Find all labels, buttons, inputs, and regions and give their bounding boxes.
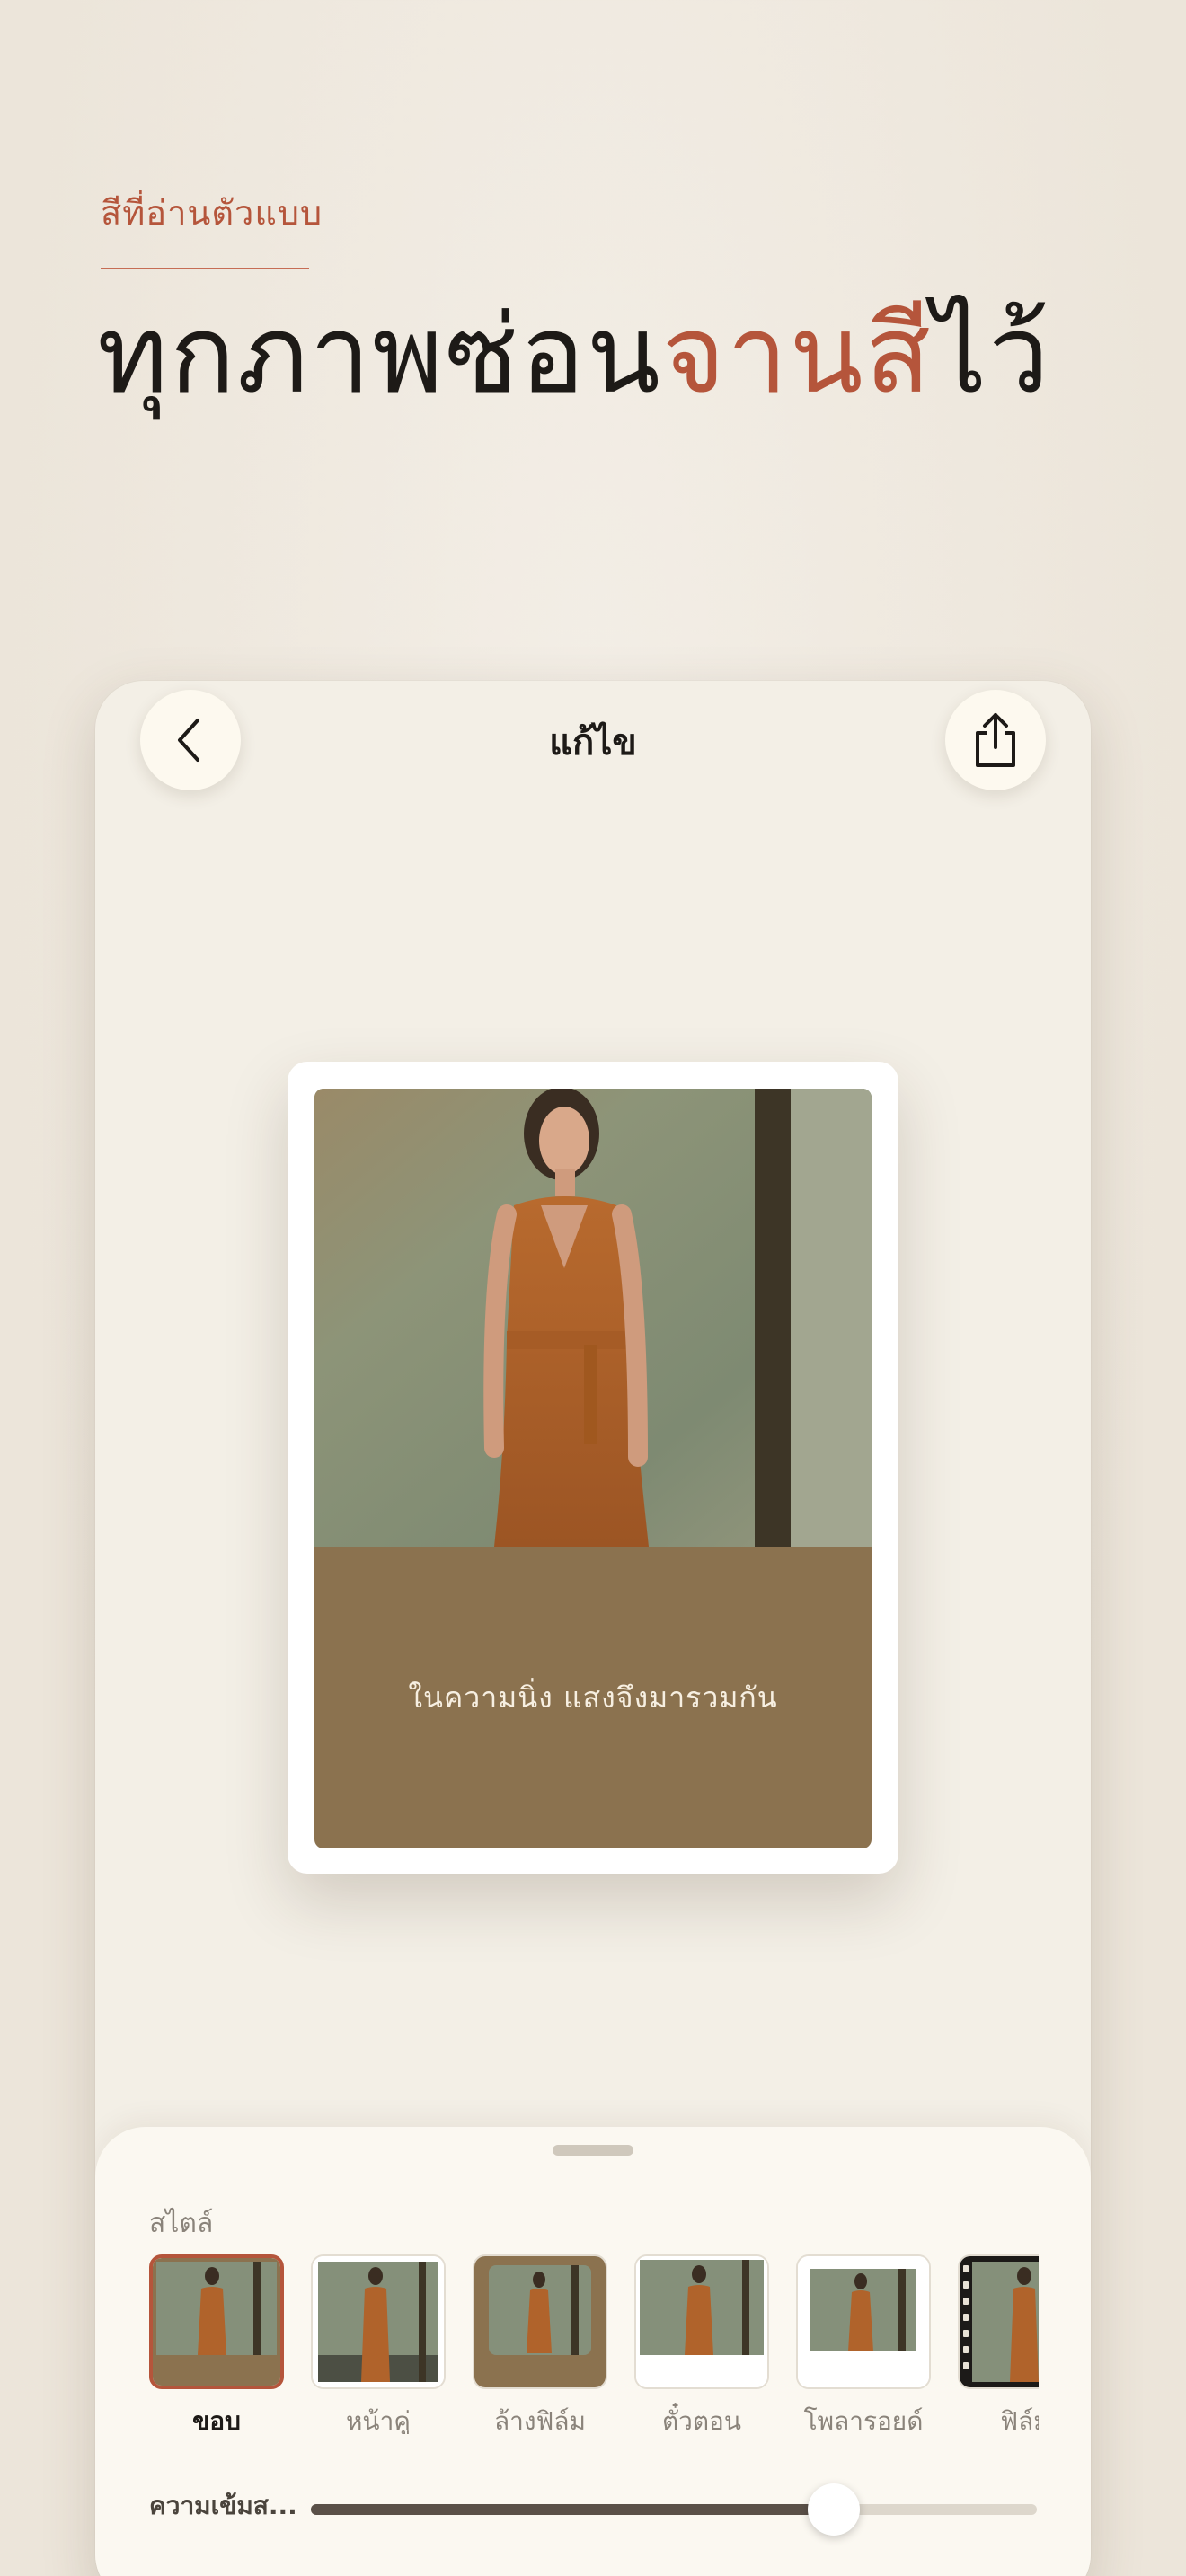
- caption-band: ในความนิ่ง แสงจึงมารวมกัน: [314, 1547, 872, 1848]
- style-name: ขอบ: [192, 2406, 241, 2434]
- sheet-grabber[interactable]: [553, 2145, 633, 2156]
- page-title: แก้ไข: [549, 722, 637, 763]
- headline: ทุกภาพซ่อนจานสีไว้: [97, 296, 1051, 415]
- style-option-polaroid[interactable]: โพลารอยด์: [796, 2254, 931, 2434]
- style-name: โพลารอยด์: [803, 2406, 924, 2434]
- model-photo: [314, 1089, 872, 1547]
- style-name: ฟิล์ม: [1000, 2406, 1039, 2434]
- style-carousel[interactable]: ขอบ หน้าคู่ ล้างฟิล์ม ตั๋วตอน โพลารอยด์ …: [149, 2254, 1039, 2434]
- style-thumb: [634, 2254, 769, 2389]
- slider-fill: [311, 2504, 834, 2515]
- slider-knob[interactable]: [807, 2483, 860, 2536]
- style-name: ล้างฟิล์ม: [494, 2406, 586, 2434]
- intensity-label: ความเข้มส...: [149, 2491, 297, 2520]
- headline-accent: จานสี: [661, 293, 933, 418]
- share-button[interactable]: [945, 690, 1046, 790]
- intensity-slider[interactable]: [311, 2483, 1037, 2536]
- photo-frame-preview: ในความนิ่ง แสงจึงมารวมกัน: [288, 1062, 898, 1874]
- style-section-label: สไตล์: [149, 2208, 214, 2239]
- style-option-film-wash[interactable]: ล้างฟิล์ม: [473, 2254, 607, 2434]
- style-name: ตั๋วตอน: [661, 2406, 742, 2434]
- eyebrow-label: สีที่อ่านตัวแบบ: [101, 193, 323, 233]
- share-icon: [976, 713, 1015, 767]
- headline-part1: ทุกภาพซ่อน: [97, 293, 662, 418]
- style-option-ticket[interactable]: ตั๋วตอน: [634, 2254, 769, 2434]
- style-thumb: [149, 2254, 284, 2389]
- style-thumb: [796, 2254, 931, 2389]
- style-option-film[interactable]: ฟิล์ม: [958, 2254, 1039, 2434]
- style-name: หน้าคู่: [345, 2406, 412, 2434]
- caption-text: ในความนิ่ง แสงจึงมารวมกัน: [408, 1680, 778, 1715]
- style-option-border[interactable]: ขอบ: [149, 2254, 284, 2434]
- headline-part2: ไว้: [932, 293, 1051, 418]
- style-thumb: [958, 2254, 1039, 2389]
- style-option-double-page[interactable]: หน้าคู่: [311, 2254, 446, 2434]
- phone-mockup: แก้ไข ในความนิ่ง แสงจึงมารวมกัน สไตล์ ขอ…: [95, 681, 1091, 2576]
- style-thumb: [311, 2254, 446, 2389]
- style-thumb: [473, 2254, 607, 2389]
- style-sheet: สไตล์ ขอบ หน้าคู่ ล้างฟิล์ม ตั๋วตอน โพลา…: [95, 2127, 1091, 2576]
- eyebrow-rule: [101, 268, 309, 269]
